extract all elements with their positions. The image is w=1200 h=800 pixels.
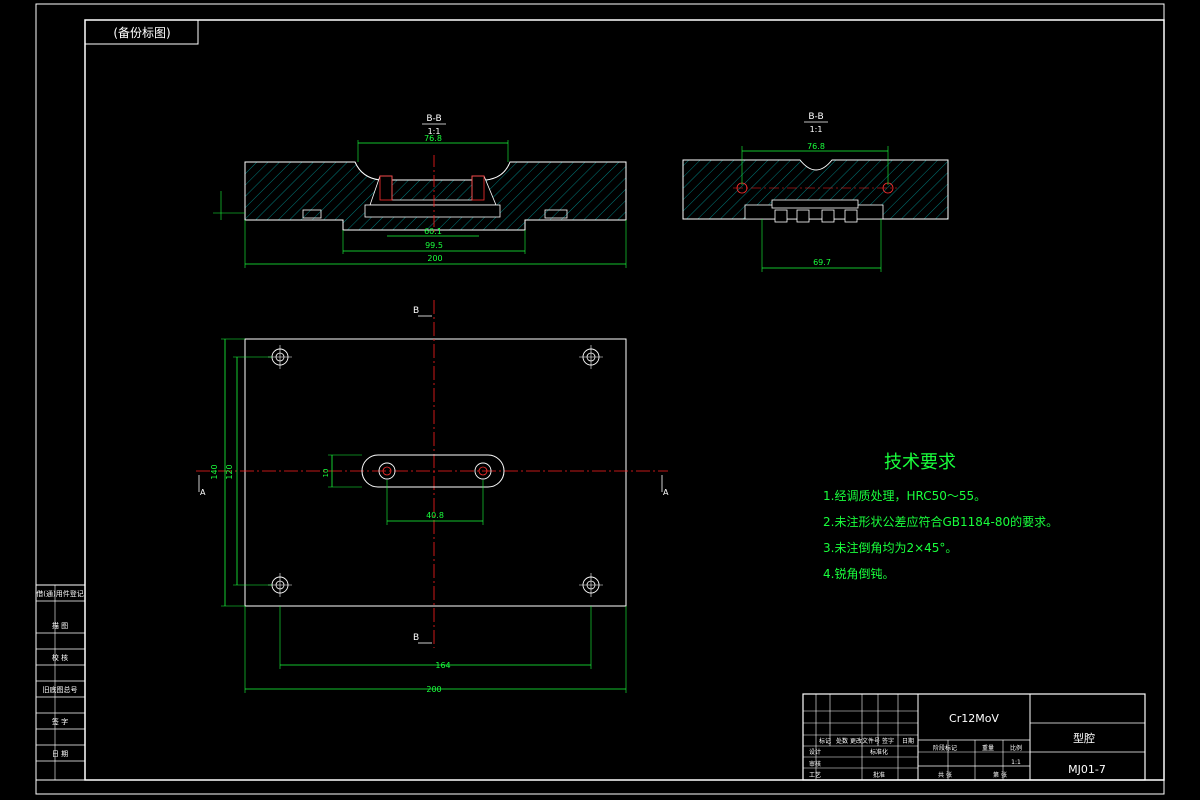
tb-weight: 重量 — [982, 744, 994, 752]
left-table-row: 描 图 — [52, 621, 68, 630]
left-table-row: 旧底图总号 — [43, 685, 78, 694]
dim-top-inner2: 60.1 — [424, 227, 442, 236]
dim-top-overall: 200 — [427, 254, 442, 263]
cut-mark-b-bottom: B — [413, 633, 419, 643]
tb-sheet: 第 张 — [993, 771, 1007, 779]
dim-side-bottom: 69.7 — [813, 258, 831, 267]
tb-row-label: 更改文件号 — [850, 737, 880, 745]
tb-scale-value: 1:1 — [1011, 759, 1021, 766]
left-table-row: 校 核 — [52, 653, 68, 662]
material-text: Cr12MoV — [949, 712, 999, 725]
tb-stage: 阶段标记 — [933, 744, 957, 752]
section-aa-scale: 1:1 — [810, 125, 823, 134]
tb-scale-label: 比例 — [1010, 744, 1022, 752]
tb-row-label: 签字 — [882, 737, 894, 745]
tb-check: 审核 — [809, 760, 821, 768]
part-name-text: 型腔 — [1073, 731, 1095, 745]
plan-outline — [244, 338, 627, 607]
tb-sheets: 共 张 — [938, 771, 952, 779]
tech-item: 1.经调质处理，HRC50～55。 — [823, 489, 986, 503]
inner-frame — [84, 19, 1165, 781]
outer-border — [35, 3, 1165, 795]
title-block: 标记 处数 更改文件号 签字 日期 设计 标准化 审核 工艺 批准 阶段标记 重… — [802, 693, 1146, 781]
tech-item: 4.锐角倒钝。 — [823, 567, 894, 581]
dim-plan-height-outer: 140 — [210, 464, 219, 479]
tech-title: 技术要求 — [884, 452, 956, 473]
dim-plan-hole-spacing: 164 — [435, 661, 450, 670]
tb-process: 工艺 — [809, 771, 821, 779]
tb-row-label: 日期 — [902, 737, 914, 745]
left-table-row: 借(通)用件登记 — [36, 589, 83, 598]
section-aa-label: B-B — [808, 112, 823, 122]
tb-row-label: 标记 — [819, 737, 831, 745]
corner-hole — [579, 573, 603, 597]
cut-mark-b-top: B — [413, 306, 419, 316]
corner-hole — [579, 345, 603, 369]
dim-plan-slot-height: 10 — [322, 469, 330, 478]
dim-plan-slot-spacing: 40.8 — [426, 511, 444, 520]
tech-requirements: 技术要求 1.经调质处理，HRC50～55。 2.未注形状公差应符合GB1184… — [823, 452, 1058, 581]
dim-plan-width: 200 — [426, 685, 441, 694]
tech-item: 2.未注形状公差应符合GB1184-80的要求。 — [823, 514, 1058, 529]
tech-item: 3.未注倒角均为2×45°。 — [823, 540, 957, 555]
cut-mark-a-left: A — [200, 488, 206, 497]
tb-approve: 批准 — [873, 771, 885, 779]
drawing-number-text: MJ01-7 — [1068, 763, 1106, 776]
dim-side-top: 76.8 — [807, 142, 825, 151]
left-side-table: 借(通)用件登记 描 图 校 核 旧底图总号 签 字 日 期 — [35, 584, 86, 781]
plan-view: B B A A 164 200 140 120 40.8 10 — [196, 300, 669, 694]
left-table-row: 日 期 — [52, 750, 68, 758]
section-bb-view: B-B 1:1 76.8 60.1 99.5 200 — [213, 114, 627, 268]
cad-drawing: (备份标图) B-B 1:1 76.8 60.1 99.5 200 B-B 1:… — [35, 3, 1165, 795]
dim-top-inner1: 99.5 — [425, 241, 443, 250]
stamp-text: (备份标图) — [113, 26, 170, 40]
left-table-row: 签 字 — [52, 717, 68, 726]
cut-mark-a-right: A — [663, 488, 669, 497]
dim-plan-height-inner: 120 — [225, 464, 234, 479]
dim-top-cavity: 76.8 — [424, 134, 442, 143]
section-bb-body — [244, 161, 627, 231]
tb-standard: 标准化 — [870, 748, 888, 756]
tb-design: 设计 — [809, 748, 821, 756]
tb-row-label: 处数 — [836, 737, 848, 745]
stamp-box: (备份标图) — [84, 19, 199, 45]
section-side-view: B-B 1:1 76.8 69.7 — [682, 112, 949, 272]
section-bb-label: B-B — [426, 114, 441, 124]
